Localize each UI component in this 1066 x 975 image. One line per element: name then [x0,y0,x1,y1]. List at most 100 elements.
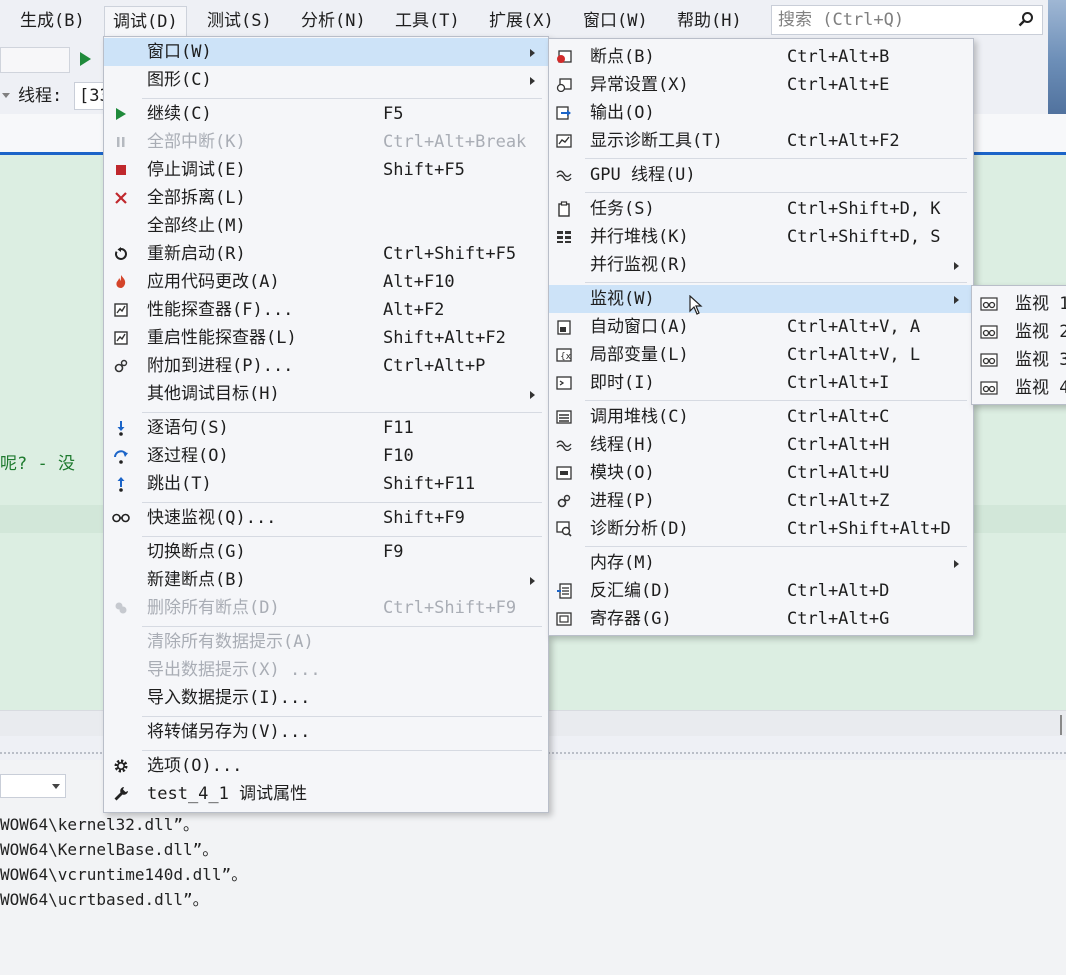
debug-menu-item-attach-to-process[interactable]: 附加到进程(P)... Ctrl+Alt+P [104,352,548,380]
debug-menu-item-toggle-breakpoint[interactable]: 切换断点(G) F9 [104,538,548,566]
locals-icon: {x} [555,347,573,363]
menu-separator [142,716,542,717]
search-input[interactable]: 搜索 (Ctrl+Q) [771,5,1043,35]
menu-help[interactable]: 帮助(H) [669,6,750,36]
menu-extensions[interactable]: 扩展(X) [481,6,562,36]
debug-menu-item-step-over[interactable]: 逐过程(O) F10 [104,442,548,470]
window-item-gpu-threads[interactable]: GPU 线程(U) [549,161,973,189]
debug-menu-item-continue[interactable]: 继续(C) F5 [104,100,548,128]
disassembly-icon [555,583,573,599]
watch-item-1[interactable]: 监视 1 [972,290,1066,318]
start-debug-icon[interactable] [80,52,91,66]
debug-menu-item-apply-code-changes[interactable]: 应用代码更改(A) Alt+F10 [104,268,548,296]
debug-menu-item-relaunch-profiler[interactable]: 重启性能探查器(L) Shift+Alt+F2 [104,324,548,352]
window-item-tasks[interactable]: 任务(S) Ctrl+Shift+D, K [549,195,973,223]
window-item-locals[interactable]: {x} 局部变量(L) Ctrl+Alt+V, L [549,341,973,369]
debug-menu-item-restart[interactable]: 重新启动(R) Ctrl+Shift+F5 [104,240,548,268]
breakpoints-window-icon [555,49,573,65]
menu-item-label: 停止调试(E) [147,160,246,180]
scroll-marker [1060,715,1062,735]
window-item-autos[interactable]: 自动窗口(A) Ctrl+Alt+V, A [549,313,973,341]
debug-menu-item-quick-watch[interactable]: 快速监视(Q)... Shift+F9 [104,504,548,532]
menu-item-shortcut: Shift+F5 [383,160,465,180]
watch-submenu: 监视 1 监视 2 监视 3 监视 4 [971,285,1066,405]
menu-separator [142,502,542,503]
diagnostic-analysis-icon [555,521,573,537]
window-item-registers[interactable]: 寄存器(G) Ctrl+Alt+G [549,605,973,633]
menu-item-label: 诊断分析(D) [590,519,689,539]
menu-item-label: 切换断点(G) [147,542,246,562]
window-item-exception-settings[interactable]: 异常设置(X) Ctrl+Alt+E [549,71,973,99]
menu-analyze[interactable]: 分析(N) [293,6,374,36]
menu-item-shortcut: F5 [383,104,404,124]
menu-item-label: 断点(B) [590,47,655,67]
menu-item-shortcut: Ctrl+Alt+B [787,47,890,67]
output-source-combo[interactable] [0,774,66,798]
menu-item-label: 重新启动(R) [147,244,246,264]
window-item-parallel-watch[interactable]: 并行监视(R) [549,251,973,279]
menu-item-label: 导入数据提示(I)... [147,688,311,708]
debug-menu-item-graphics[interactable]: 图形(C) [104,66,548,94]
menu-item-shortcut: Alt+F10 [383,272,455,292]
menu-debug[interactable]: 调试(D) [104,6,187,36]
menu-item-shortcut: Shift+Alt+F2 [383,328,506,348]
menu-item-label: 将转储另存为(V)... [147,722,311,742]
menu-item-label: 局部变量(L) [590,345,689,365]
menu-item-label: 显示诊断工具(T) [590,131,723,151]
step-over-icon [112,448,130,464]
window-item-threads[interactable]: 线程(H) Ctrl+Alt+H [549,431,973,459]
window-item-modules[interactable]: 模块(O) Ctrl+Alt+U [549,459,973,487]
debug-menu-item-profiler[interactable]: 性能探查器(F)... Alt+F2 [104,296,548,324]
menu-separator [142,626,542,627]
menu-item-shortcut: Ctrl+Shift+D, K [787,199,941,219]
menu-window[interactable]: 窗口(W) [575,6,656,36]
window-item-immediate[interactable]: 即时(I) Ctrl+Alt+I [549,369,973,397]
debug-menu-item-detach-all[interactable]: 全部拆离(L) [104,184,548,212]
window-item-diagnostic-analysis[interactable]: 诊断分析(D) Ctrl+Shift+Alt+D [549,515,973,543]
debug-menu-item-clear-datatips[interactable]: 清除所有数据提示(A) [104,628,548,656]
menu-item-label: 并行堆栈(K) [590,227,689,247]
window-item-memory[interactable]: 内存(M) [549,549,973,577]
menu-item-label: 新建断点(B) [147,570,246,590]
window-item-parallel-stacks[interactable]: 并行堆栈(K) Ctrl+Shift+D, S [549,223,973,251]
debug-menu-item-debug-properties[interactable]: test_4_1 调试属性 [104,780,548,808]
debug-menu-item-window[interactable]: 窗口(W) [104,38,548,66]
call-stack-icon [555,409,573,425]
debug-menu-item-terminate-all[interactable]: 全部终止(M) [104,212,548,240]
exception-settings-icon [555,77,573,93]
debug-menu-item-export-datatips[interactable]: 导出数据提示(X) ... [104,656,548,684]
toolbar-dropdown-icon[interactable] [2,93,10,98]
debug-menu-item-other-targets[interactable]: 其他调试目标(H) [104,380,548,408]
window-item-call-stack[interactable]: 调用堆栈(C) Ctrl+Alt+C [549,403,973,431]
window-item-disassembly[interactable]: 反汇编(D) Ctrl+Alt+D [549,577,973,605]
menu-separator [585,282,967,283]
thread-label: 线程: [18,86,63,106]
window-item-processes[interactable]: 进程(P) Ctrl+Alt+Z [549,487,973,515]
menu-item-label: 性能探查器(F)... [147,300,294,320]
debug-menu-item-delete-all-breakpoints[interactable]: 删除所有断点(D) Ctrl+Shift+F9 [104,594,548,622]
menu-test[interactable]: 测试(S) [199,6,280,36]
debug-menu-item-options[interactable]: 选项(O)... [104,752,548,780]
debug-menu-item-step-into[interactable]: 逐语句(S) F11 [104,414,548,442]
window-item-breakpoints[interactable]: 断点(B) Ctrl+Alt+B [549,43,973,71]
submenu-arrow-icon [954,560,959,568]
watch-item-2[interactable]: 监视 2 [972,318,1066,346]
window-item-watch[interactable]: 监视(W) [549,285,973,313]
debug-menu-item-save-dump[interactable]: 将转储另存为(V)... [104,718,548,746]
menu-separator [142,750,542,751]
debug-menu-item-new-breakpoint[interactable]: 新建断点(B) [104,566,548,594]
menu-item-shortcut: Ctrl+Alt+P [383,356,486,376]
window-item-output[interactable]: 输出(O) [549,99,973,127]
menu-tools[interactable]: 工具(T) [387,6,468,36]
menu-item-label: 逐过程(O) [147,446,229,466]
configuration-combo[interactable] [0,47,70,73]
debug-menu-item-import-datatips[interactable]: 导入数据提示(I)... [104,684,548,712]
window-item-diagnostic-tools[interactable]: 显示诊断工具(T) Ctrl+Alt+F2 [549,127,973,155]
menu-item-label: 寄存器(G) [590,609,672,629]
debug-menu-item-step-out[interactable]: 跳出(T) Shift+F11 [104,470,548,498]
debug-menu-item-break-all[interactable]: 全部中断(K) Ctrl+Alt+Break [104,128,548,156]
debug-menu-item-stop-debugging[interactable]: 停止调试(E) Shift+F5 [104,156,548,184]
menu-build[interactable]: 生成(B) [12,6,93,36]
watch-item-4[interactable]: 监视 4 [972,374,1066,402]
watch-item-3[interactable]: 监视 3 [972,346,1066,374]
